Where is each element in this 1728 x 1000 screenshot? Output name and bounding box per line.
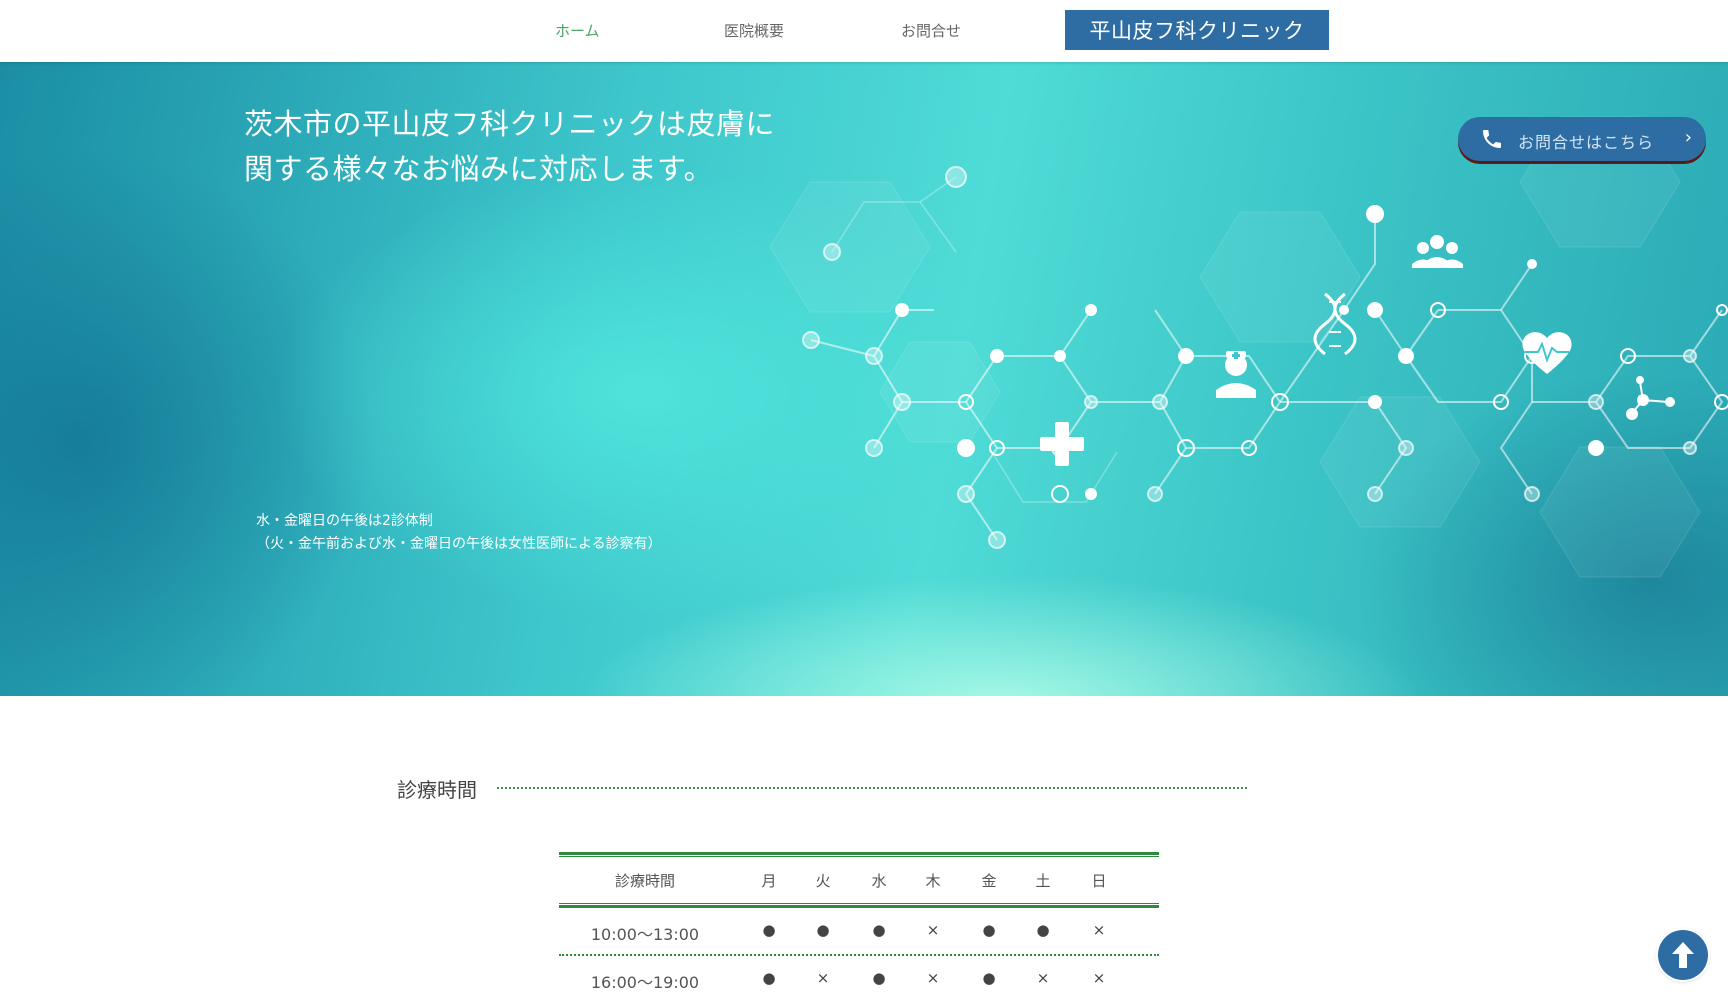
medical-cross-icon — [1040, 422, 1084, 466]
contact-us-button[interactable]: お問合せはこちら › — [1458, 117, 1706, 161]
hero-note-line: 水・金曜日の午後は2診体制 — [256, 513, 433, 529]
table-cell: × — [1092, 921, 1106, 939]
nav-item-contact[interactable]: お問合せ — [901, 20, 961, 41]
table-cell: × — [816, 969, 830, 987]
table-header-cell: 木 — [925, 872, 941, 890]
top-navigation: ホーム 医院概要 お問合せ 平山皮フ科クリニック — [0, 0, 1728, 62]
table-cell: × — [926, 969, 940, 987]
table-cell: ● — [762, 921, 776, 939]
table-cell: ● — [762, 969, 776, 987]
table-header-cell: 土 — [1035, 872, 1051, 890]
hero-headline: 茨木市の平山皮フ科クリニックは皮膚に 関する様々なお悩みに対応します。 — [244, 102, 844, 192]
arrow-up-icon — [1672, 942, 1694, 968]
table-row: 16:00～19:00 ● × ● × ● × × — [559, 956, 1159, 1000]
table-cell: ● — [1036, 921, 1050, 939]
table-header-cell: 水 — [871, 872, 887, 890]
table-header-cell: 診療時間 — [614, 872, 675, 890]
consultation-hours-table: 診療時間 月 火 水 木 金 土 日 10:00～13:00 ● ● ● × ●… — [559, 852, 1159, 1000]
table-cell: × — [1036, 969, 1050, 987]
hero-consultation-note: 水・金曜日の午後は2診体制 （火・金午前および水・金曜日の午後は女性医師による診… — [256, 510, 662, 556]
table-cell: ● — [816, 921, 830, 939]
heart-pulse-icon — [1522, 332, 1572, 374]
nav-item-home[interactable]: ホーム — [555, 20, 600, 41]
molecule-icon — [1626, 376, 1675, 420]
table-cell: ● — [872, 921, 886, 939]
contact-us-label: お問合せはこちら — [1518, 133, 1655, 152]
table-cell: ● — [872, 969, 886, 987]
table-cell-time: 16:00～19:00 — [590, 973, 700, 992]
table-header-cell: 月 — [761, 872, 777, 890]
table-row: 10:00～13:00 ● ● ● × ● ● × — [559, 908, 1159, 954]
phone-icon — [1483, 130, 1501, 148]
hero-headline-line: 関する様々なお悩みに対応します。 — [244, 152, 714, 186]
table-cell: ● — [982, 969, 996, 987]
table-cell: × — [1092, 969, 1106, 987]
table-header-cell: 火 — [815, 872, 831, 890]
medical-team-icon — [1412, 235, 1463, 268]
hero-headline-line: 茨木市の平山皮フ科クリニックは皮膚に — [244, 107, 776, 141]
hero-note-line: （火・金午前および水・金曜日の午後は女性医師による診察有） — [256, 536, 662, 552]
table-header-row: 診療時間 月 火 水 木 金 土 日 — [559, 857, 1159, 903]
section-title-hours: 診療時間 — [397, 778, 477, 802]
section-divider — [497, 787, 1247, 789]
clinic-name-button[interactable]: 平山皮フ科クリニック — [1065, 10, 1329, 50]
table-cell: ● — [982, 921, 996, 939]
chevron-right-icon: › — [1684, 127, 1692, 148]
scroll-to-top-button[interactable] — [1658, 930, 1708, 980]
table-header-cell: 金 — [981, 872, 997, 890]
nav-item-clinic-overview[interactable]: 医院概要 — [724, 20, 784, 41]
table-header-cell: 日 — [1091, 872, 1107, 890]
table-cell-time: 10:00～13:00 — [590, 925, 700, 944]
table-cell: × — [926, 921, 940, 939]
